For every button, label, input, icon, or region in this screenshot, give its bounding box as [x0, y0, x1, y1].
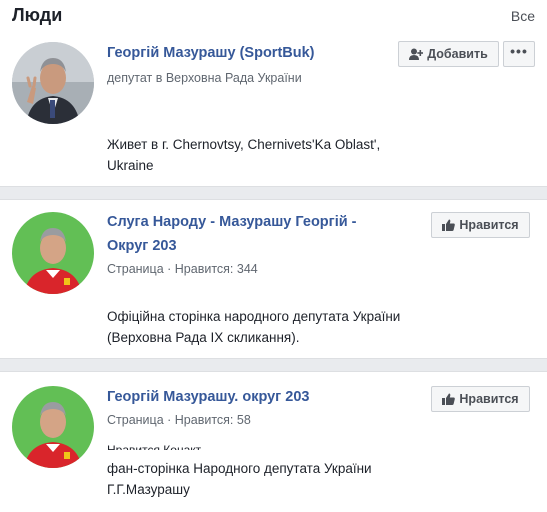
result-subtitle: Страница · Нравится: 344: [107, 262, 258, 276]
result-separator: [0, 186, 547, 200]
result-subtitle: Страница · Нравится: 58: [107, 413, 251, 427]
avatar[interactable]: [12, 212, 94, 294]
cropped-text-line: Нравится Конакт: [107, 444, 201, 450]
result-card-1: Георгій Мазурашу (SportBuk) депутат в Ве…: [0, 32, 547, 186]
people-section-header: Люди Все: [0, 0, 547, 32]
result-name-line: Округ 203: [107, 238, 177, 254]
description-line: Ukraine: [107, 158, 154, 173]
description-line: Живет в г. Chernovtsy, Chernivets'Ka Obl…: [107, 137, 381, 152]
result-separator: [0, 358, 547, 372]
like-label: Нравится: [459, 392, 519, 406]
description-line: (Верховна Рада IX скликання).: [107, 330, 300, 345]
thumbs-up-icon: [442, 393, 456, 405]
see-all-link[interactable]: Все: [511, 8, 535, 24]
add-friend-icon: [409, 48, 424, 60]
add-friend-button[interactable]: Добавить: [398, 41, 499, 67]
section-title: Люди: [12, 5, 63, 25]
thumbs-up-icon: [442, 219, 456, 231]
page-photo: [12, 212, 94, 294]
like-label: Нравится: [459, 218, 519, 232]
more-icon: •••: [510, 43, 528, 59]
like-page-button[interactable]: Нравится: [431, 212, 530, 238]
result-subtitle: депутат в Верховна Рада України: [107, 71, 302, 85]
add-friend-label: Добавить: [427, 47, 488, 61]
more-options-button[interactable]: •••: [503, 41, 535, 67]
result-name[interactable]: Слуга Народу - Мазурашу Георгій - Округ …: [107, 210, 357, 258]
result-description: Живет в г. Chernovtsy, Chernivets'Ka Obl…: [107, 134, 380, 176]
avatar[interactable]: [12, 42, 94, 124]
like-page-button[interactable]: Нравится: [431, 386, 530, 412]
description-line: Г.Г.Мазурашу: [107, 482, 190, 497]
result-card-3: Георгій Мазурашу. округ 203 Страница · Н…: [0, 372, 547, 512]
result-name[interactable]: Георгій Мазурашу. округ 203: [107, 385, 309, 409]
result-name[interactable]: Георгій Мазурашу (SportBuk): [107, 41, 315, 65]
description-line: Офіційна сторінка народного депутата Укр…: [107, 309, 401, 324]
profile-photo: [12, 42, 94, 124]
result-description: фан-сторінка Народного депутата України …: [107, 458, 372, 500]
result-name-line: Слуга Народу - Мазурашу Георгій -: [107, 214, 357, 230]
avatar[interactable]: [12, 386, 94, 468]
description-line: фан-сторінка Народного депутата України: [107, 461, 372, 476]
result-card-2: Слуга Народу - Мазурашу Георгій - Округ …: [0, 200, 547, 358]
result-description: Офіційна сторінка народного депутата Укр…: [107, 306, 400, 348]
page-photo: [12, 386, 94, 468]
